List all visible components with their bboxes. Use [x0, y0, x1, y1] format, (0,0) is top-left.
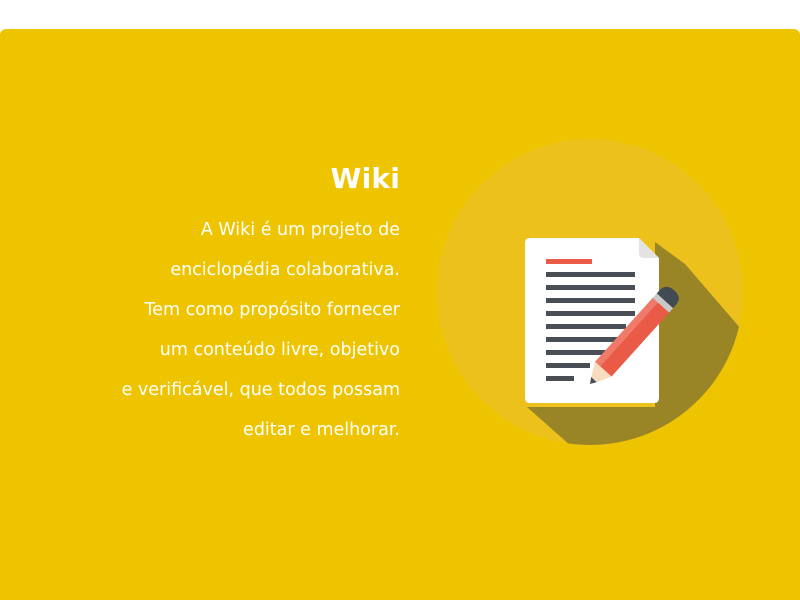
wiki-card: Wiki A Wiki é um projeto de enciclopédia… [0, 29, 800, 600]
description-line: enciclopédia colaborativa. [170, 260, 400, 280]
document-with-pencil-icon [437, 139, 743, 445]
description-line: Tem como propósito fornecer [144, 300, 401, 320]
description-line: um conteúdo livre, objetivo [159, 340, 400, 360]
description-line: e verificável, que todos possam [121, 380, 400, 400]
accent-line [546, 259, 592, 264]
description-line: editar e melhorar. [243, 420, 400, 440]
card-description: A Wiki é um projeto de enciclopédia cola… [40, 210, 400, 450]
page: Wiki A Wiki é um projeto de enciclopédia… [0, 0, 800, 600]
description-line: A Wiki é um projeto de [200, 220, 400, 240]
top-bar [0, 0, 800, 29]
card-title: Wiki [330, 162, 400, 195]
wiki-text-block: Wiki A Wiki é um projeto de enciclopédia… [40, 160, 400, 450]
